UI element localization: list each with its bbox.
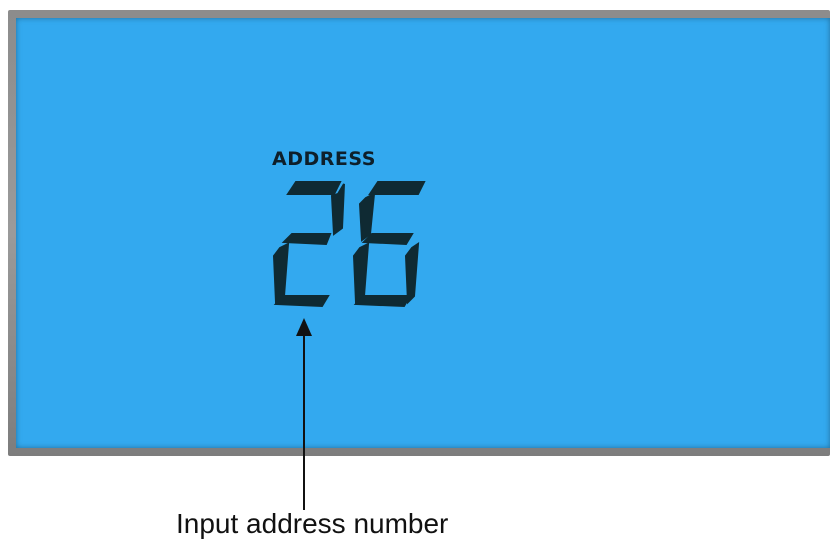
arrow-up-icon bbox=[296, 318, 312, 510]
address-value-digits bbox=[272, 181, 426, 308]
lcd-display-area: ADDRESS bbox=[16, 18, 830, 448]
digit-2 bbox=[272, 181, 345, 308]
address-label: ADDRESS bbox=[272, 148, 376, 170]
lcd-screen: ADDRESS bbox=[8, 10, 830, 456]
digit-6 bbox=[352, 181, 426, 308]
figure: ADDRESS Input address number bbox=[0, 0, 834, 542]
caption: Input address number bbox=[176, 508, 449, 539]
